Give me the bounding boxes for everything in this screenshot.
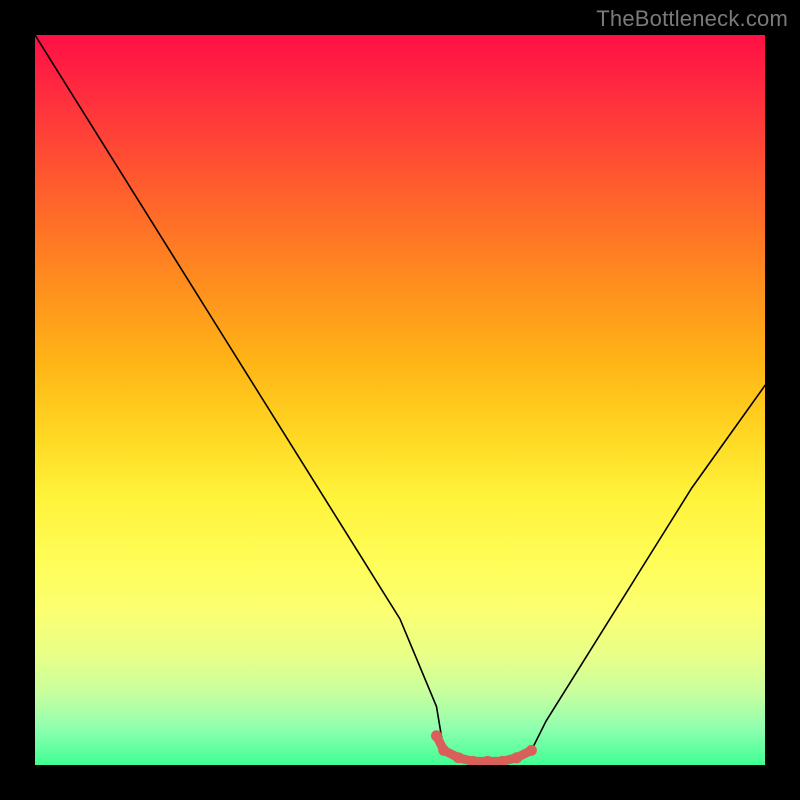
optimal-range-marker [431, 730, 537, 765]
optimal-range-dot [431, 730, 442, 741]
optimal-range-dot [453, 752, 464, 763]
optimal-range-dot [511, 752, 522, 763]
chart-frame: TheBottleneck.com [0, 0, 800, 800]
bottleneck-curve [35, 35, 765, 761]
chart-svg [35, 35, 765, 765]
plot-area [35, 35, 765, 765]
watermark-text: TheBottleneck.com [596, 6, 788, 32]
optimal-range-dot [438, 745, 449, 756]
optimal-range-dot [526, 745, 537, 756]
